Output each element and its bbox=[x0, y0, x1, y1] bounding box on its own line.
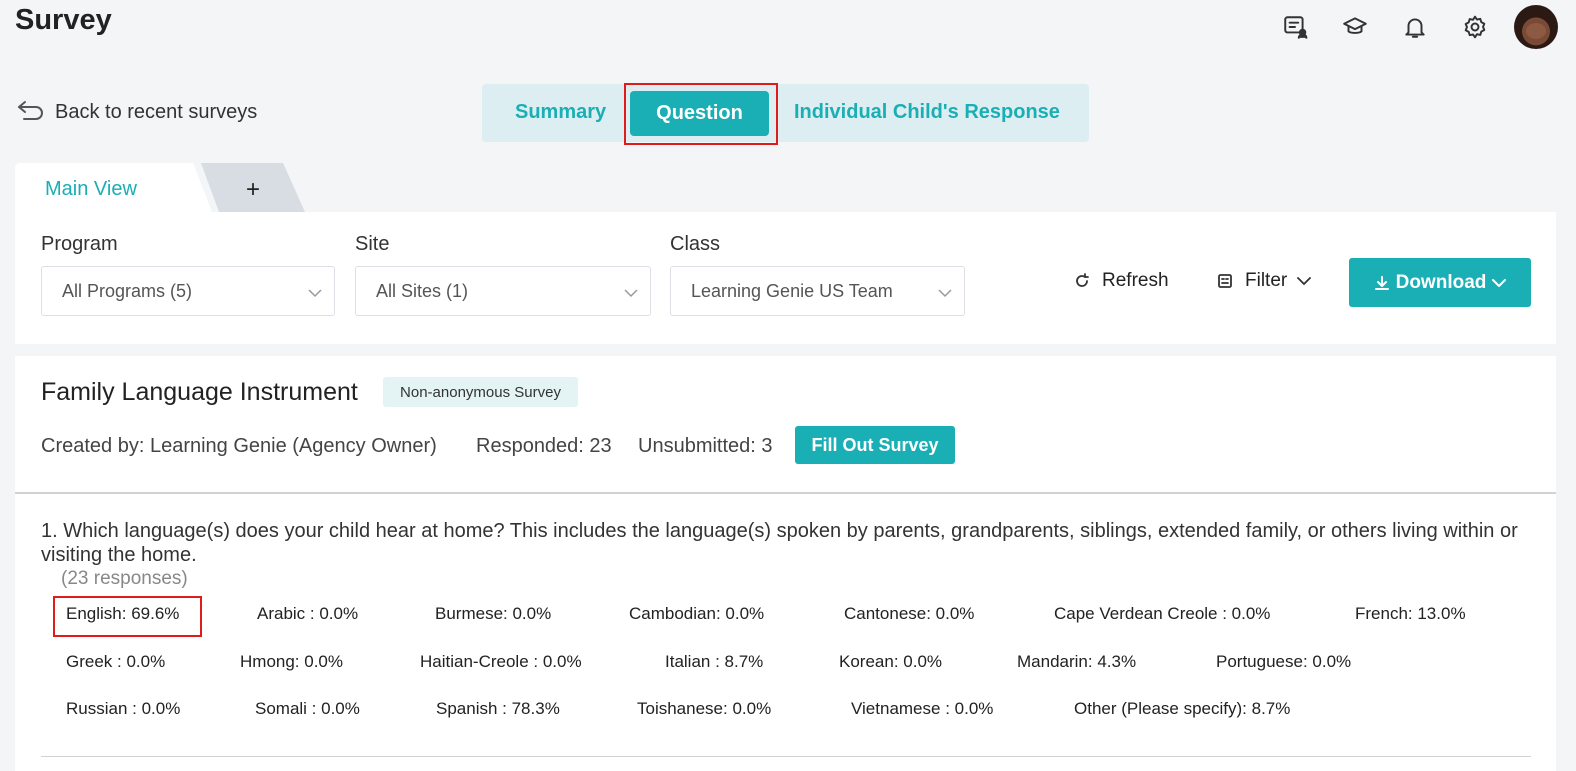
back-link-label: Back to recent surveys bbox=[55, 101, 258, 123]
fill-out-survey-button[interactable]: Fill Out Survey bbox=[795, 426, 955, 464]
class-label: Class bbox=[670, 233, 721, 255]
option-spanish: Spanish : 78.3% bbox=[436, 699, 560, 718]
option-russian: Russian : 0.0% bbox=[66, 699, 181, 718]
chevron-down-icon bbox=[938, 285, 952, 298]
tab-summary[interactable]: Summary bbox=[515, 101, 606, 124]
graduation-cap-icon[interactable] bbox=[1340, 12, 1370, 42]
chevron-down-icon bbox=[1297, 277, 1312, 285]
tab-question[interactable]: Question bbox=[630, 91, 769, 136]
fill-out-survey-label: Fill Out Survey bbox=[811, 434, 939, 455]
responded-count: Responded: 23 bbox=[476, 435, 612, 457]
option-cantonese: Cantonese: 0.0% bbox=[844, 604, 975, 623]
filter-panel: Program All Programs (5) Site All Sites … bbox=[15, 212, 1556, 344]
site-label: Site bbox=[355, 233, 390, 255]
add-view-button[interactable]: + bbox=[201, 163, 305, 212]
tab-individual-response[interactable]: Individual Child's Response bbox=[794, 101, 1060, 124]
option-hmong: Hmong: 0.0% bbox=[240, 652, 343, 671]
tab-question-label: Question bbox=[656, 102, 743, 124]
option-english: English: 69.6% bbox=[66, 604, 180, 623]
responses-count: (23 responses) bbox=[61, 568, 188, 589]
download-icon bbox=[1374, 275, 1389, 290]
option-haitian-creole: Haitian-Creole : 0.0% bbox=[420, 652, 582, 671]
option-greek: Greek : 0.0% bbox=[66, 652, 166, 671]
filter-icon bbox=[1218, 274, 1232, 288]
option-mandarin: Mandarin: 4.3% bbox=[1017, 652, 1137, 671]
refresh-label: Refresh bbox=[1102, 270, 1169, 291]
sheet-tab-main-label: Main View bbox=[45, 178, 137, 200]
back-arrow-icon bbox=[18, 100, 43, 120]
download-button[interactable]: Download bbox=[1349, 258, 1531, 307]
option-toishanese: Toishanese: 0.0% bbox=[637, 699, 772, 718]
option-other: Other (Please specify): 8.7% bbox=[1074, 699, 1291, 718]
site-field: Site All Sites (1) bbox=[355, 233, 651, 316]
option-arabic: Arabic : 0.0% bbox=[257, 604, 359, 623]
chevron-down-icon bbox=[624, 285, 638, 298]
filter-button[interactable]: Filter bbox=[1217, 270, 1312, 292]
filter-label: Filter bbox=[1245, 270, 1288, 291]
program-select-value: All Programs (5) bbox=[62, 280, 193, 301]
view-tabs: Summary Question Individual Child's Resp… bbox=[482, 83, 1089, 145]
option-vietnamese: Vietnamese : 0.0% bbox=[851, 699, 994, 718]
refresh-icon bbox=[1076, 273, 1089, 287]
option-cambodian: Cambodian: 0.0% bbox=[629, 604, 765, 623]
status-badge: Non-anonymous Survey bbox=[383, 377, 578, 407]
message-user-icon[interactable] bbox=[1280, 12, 1310, 42]
created-by: Created by: Learning Genie (Agency Owner… bbox=[41, 435, 437, 457]
gear-icon[interactable] bbox=[1460, 12, 1490, 42]
plus-icon: + bbox=[245, 175, 260, 203]
class-field: Class Learning Genie US Team bbox=[670, 233, 965, 316]
option-italian: Italian : 8.7% bbox=[665, 652, 764, 671]
site-select[interactable]: All Sites (1) bbox=[355, 266, 651, 316]
sheet-tab-main-view[interactable]: Main View bbox=[15, 163, 212, 212]
option-portuguese: Portuguese: 0.0% bbox=[1216, 652, 1352, 671]
chevron-down-icon bbox=[308, 285, 322, 298]
option-french: French: 13.0% bbox=[1355, 604, 1466, 623]
option-cape-verdean-creole: Cape Verdean Creole : 0.0% bbox=[1054, 604, 1271, 623]
class-select[interactable]: Learning Genie US Team bbox=[670, 266, 965, 316]
status-badge-label: Non-anonymous Survey bbox=[400, 383, 561, 401]
bell-icon[interactable] bbox=[1400, 12, 1430, 42]
back-to-surveys-link[interactable]: Back to recent surveys bbox=[16, 97, 257, 124]
download-label: Download bbox=[1395, 271, 1487, 293]
top-toolbar bbox=[1250, 5, 1558, 49]
program-select[interactable]: All Programs (5) bbox=[41, 266, 335, 316]
option-burmese: Burmese: 0.0% bbox=[435, 604, 552, 623]
survey-card: Family Language Instrument Non-anonymous… bbox=[15, 356, 1556, 771]
page-title: Survey bbox=[15, 4, 112, 36]
question-text: 1. Which language(s) does your child hea… bbox=[41, 520, 1518, 566]
survey-title: Family Language Instrument bbox=[41, 378, 358, 406]
option-somali: Somali : 0.0% bbox=[255, 699, 360, 718]
unsubmitted-count: Unsubmitted: 3 bbox=[638, 435, 773, 457]
refresh-button[interactable]: Refresh bbox=[1074, 270, 1169, 292]
option-korean: Korean: 0.0% bbox=[839, 652, 943, 671]
program-label: Program bbox=[41, 233, 118, 255]
class-select-value: Learning Genie US Team bbox=[691, 280, 893, 301]
divider bbox=[15, 492, 1556, 494]
avatar[interactable] bbox=[1514, 5, 1558, 49]
program-field: Program All Programs (5) bbox=[41, 233, 335, 316]
divider bbox=[41, 756, 1531, 757]
chevron-down-icon bbox=[1492, 278, 1507, 287]
site-select-value: All Sites (1) bbox=[376, 280, 469, 301]
